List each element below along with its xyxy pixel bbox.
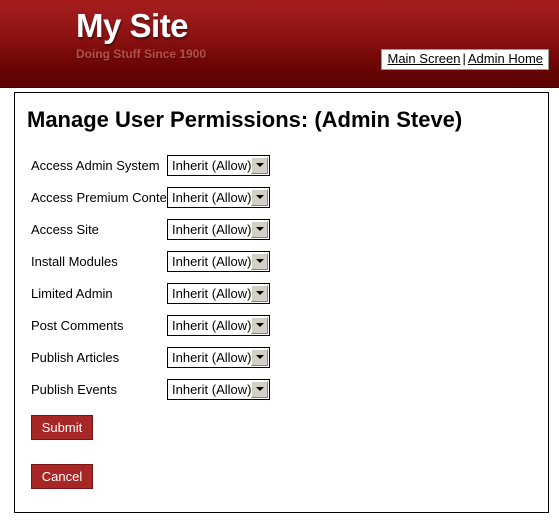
site-title: My Site	[76, 7, 189, 44]
permission-row: Publish Articles Inherit (Allow)	[15, 341, 548, 373]
permission-label-post-comments: Post Comments	[31, 317, 124, 333]
nav-separator: |	[462, 51, 466, 66]
permission-select-access-site[interactable]: Inherit (Allow)	[167, 218, 270, 240]
permission-label-publish-articles: Publish Articles	[31, 349, 120, 365]
permission-label-publish-events: Publish Events	[31, 381, 117, 397]
permission-select-post-comments[interactable]: Inherit (Allow)	[167, 314, 270, 336]
permission-row: Access Premium Content Inherit (Allow)	[15, 181, 548, 213]
permissions-list: Access Admin System Inherit (Allow) Acce…	[15, 149, 548, 405]
permission-row: Limited Admin Inherit (Allow)	[15, 277, 548, 309]
permission-label-limited-admin: Limited Admin	[31, 285, 113, 301]
page-title: Manage User Permissions: (Admin Steve)	[27, 107, 463, 132]
permission-row: Access Admin System Inherit (Allow)	[15, 149, 548, 181]
chevron-down-icon[interactable]	[251, 252, 268, 270]
chevron-down-icon[interactable]	[251, 220, 268, 238]
permission-label-install-modules: Install Modules	[31, 253, 118, 269]
submit-button[interactable]: Submit	[31, 415, 93, 440]
permission-select-publish-events[interactable]: Inherit (Allow)	[167, 378, 270, 400]
header-nav: Main Screen | Admin Home	[381, 49, 549, 70]
permission-select-access-admin-system[interactable]: Inherit (Allow)	[167, 154, 270, 176]
permission-label-access-admin-system: Access Admin System	[31, 157, 160, 173]
permission-row: Post Comments Inherit (Allow)	[15, 309, 548, 341]
permission-label-access-site: Access Site	[31, 221, 99, 237]
chevron-down-icon[interactable]	[251, 188, 268, 206]
brand-block: My Site Doing Stuff Since 1900	[76, 6, 206, 61]
nav-link-admin-home[interactable]: Admin Home	[468, 51, 543, 66]
form-button-area: Submit Cancel	[15, 415, 548, 489]
permission-select-limited-admin[interactable]: Inherit (Allow)	[167, 282, 270, 304]
content-panel: Manage User Permissions: (Admin Steve) A…	[14, 92, 549, 513]
chevron-down-icon[interactable]	[251, 316, 268, 334]
permission-select-install-modules[interactable]: Inherit (Allow)	[167, 250, 270, 272]
permission-select-publish-articles[interactable]: Inherit (Allow)	[167, 346, 270, 368]
chevron-down-icon[interactable]	[251, 380, 268, 398]
chevron-down-icon[interactable]	[251, 284, 268, 302]
nav-link-main-screen[interactable]: Main Screen	[387, 51, 460, 66]
permission-select-access-premium-content[interactable]: Inherit (Allow)	[167, 186, 270, 208]
chevron-down-icon[interactable]	[251, 156, 268, 174]
chevron-down-icon[interactable]	[251, 348, 268, 366]
permission-row: Install Modules Inherit (Allow)	[15, 245, 548, 277]
site-tagline: Doing Stuff Since 1900	[76, 47, 207, 61]
permission-label-access-premium-content: Access Premium Content	[31, 189, 178, 205]
permission-row: Publish Events Inherit (Allow)	[15, 373, 548, 405]
cancel-button[interactable]: Cancel	[31, 464, 93, 489]
permission-row: Access Site Inherit (Allow)	[15, 213, 548, 245]
site-header: My Site Doing Stuff Since 1900 Main Scre…	[0, 0, 559, 88]
